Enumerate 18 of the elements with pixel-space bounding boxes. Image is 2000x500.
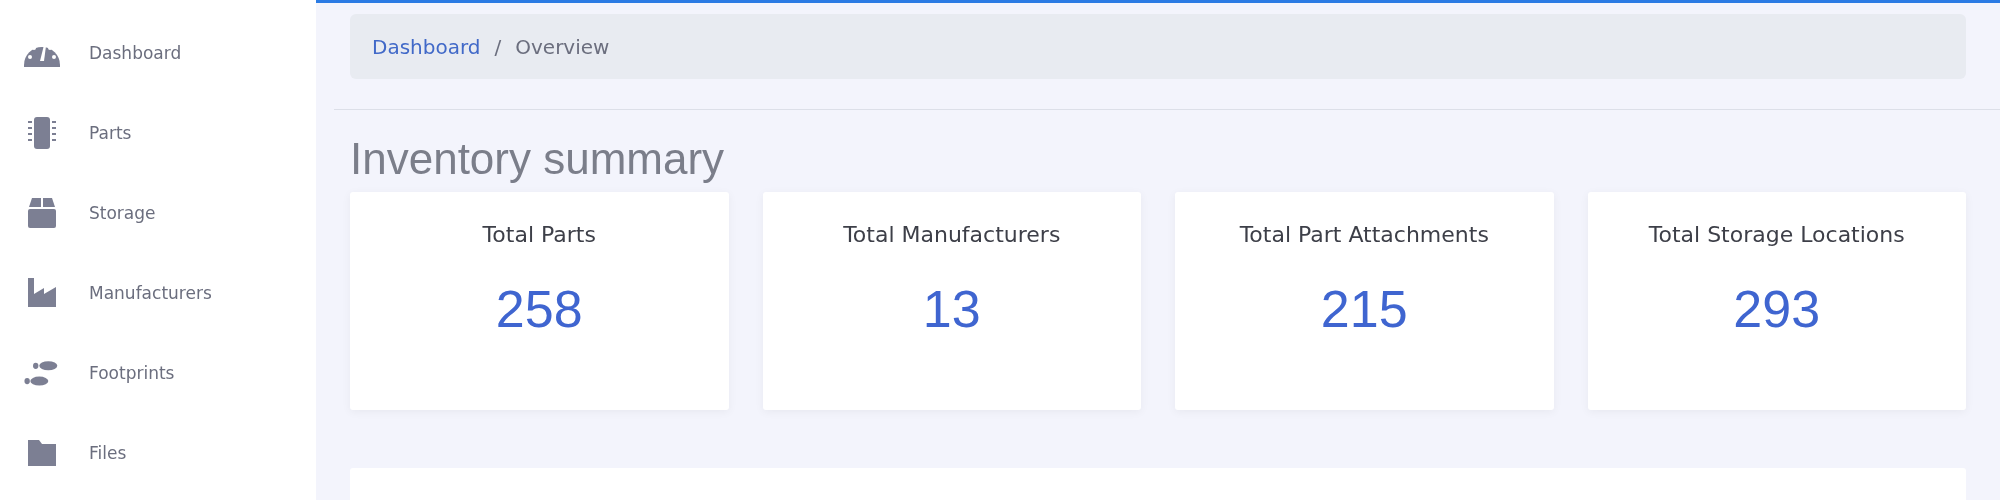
sidebar-item[interactable]: Footprints [0,333,316,413]
breadcrumb-separator: / [494,34,502,59]
page-heading: Inventory summary [350,134,726,184]
sidebar-item[interactable]: Parts [0,93,316,173]
breadcrumb-current: Overview [515,34,610,59]
sidebar-item[interactable]: Files [0,413,316,493]
stat-title: Total Storage Locations [1648,222,1905,247]
stat-value: 258 [495,279,583,339]
sidebar-item[interactable]: Dashboard [0,13,316,93]
stat-value: 13 [922,279,981,339]
sidebar-item[interactable]: Manufacturers [0,253,316,333]
stat-value: 215 [1320,279,1408,339]
breadcrumb-link[interactable]: Dashboard [372,34,481,59]
stat-title: Total Part Attachments [1239,222,1489,247]
sidebar-item[interactable]: Storage [0,173,316,253]
stat-value: 293 [1733,279,1821,339]
stat-title: Total Parts [482,222,596,247]
stat-title: Total Manufacturers [843,222,1061,247]
